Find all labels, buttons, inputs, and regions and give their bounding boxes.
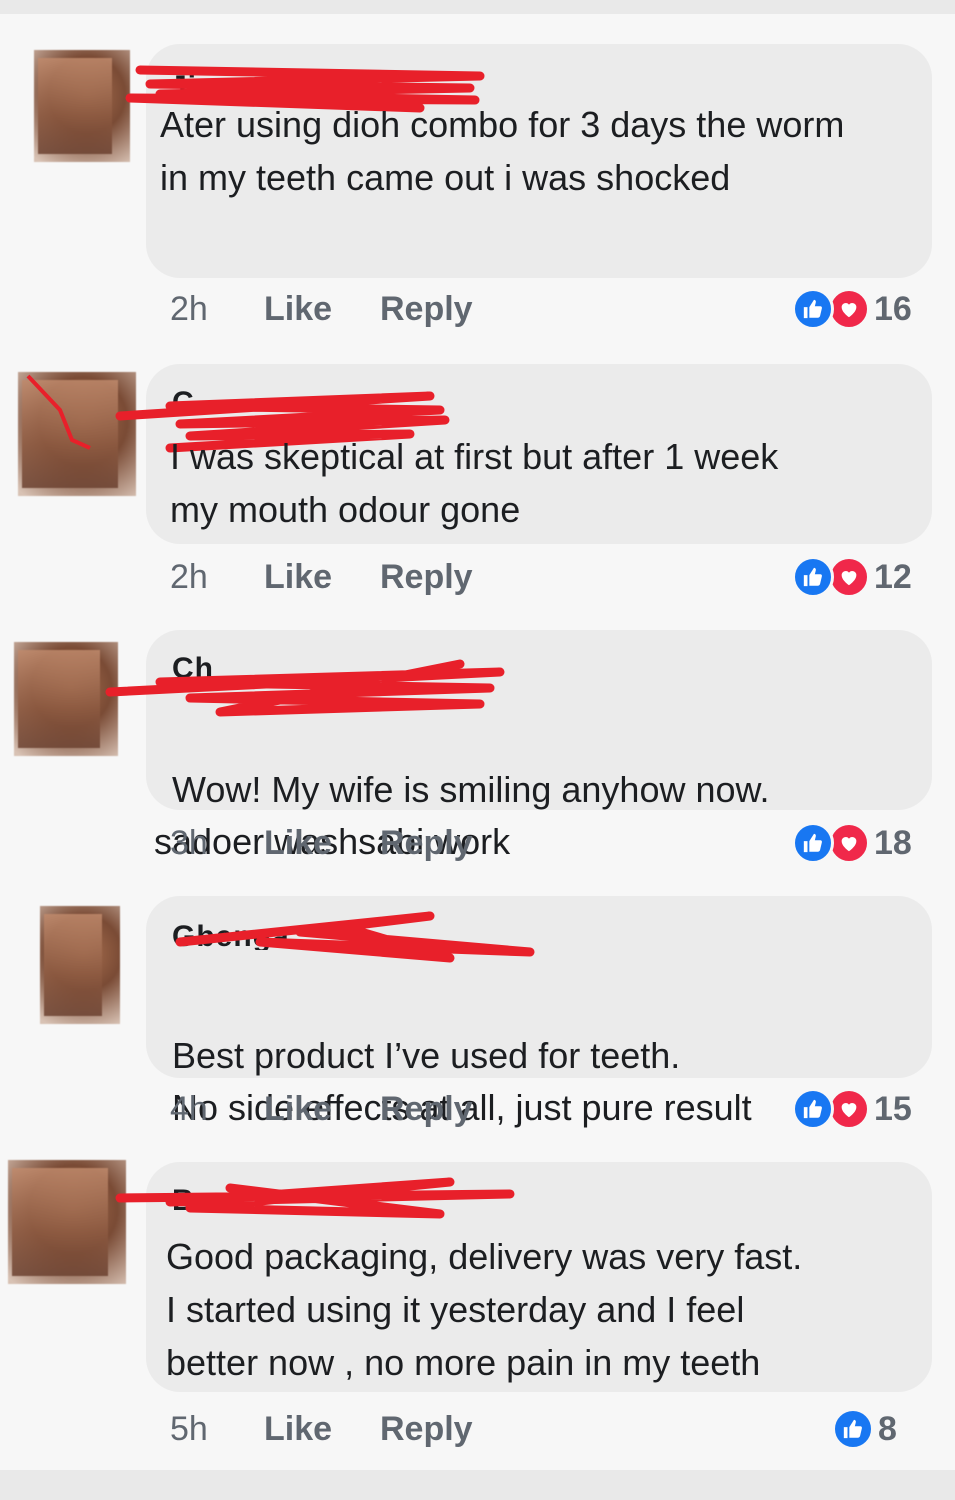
reactions-summary[interactable]: 12: [792, 556, 912, 598]
comment-text: I was skeptical at first but after 1 wee…: [170, 436, 779, 530]
reply-button[interactable]: Reply: [380, 824, 473, 863]
comment-actions: 4h Like Reply: [170, 1090, 473, 1129]
reaction-count: 18: [874, 823, 912, 862]
like-icon: [792, 1088, 834, 1130]
comment-actions: 2h Like Reply: [170, 558, 473, 597]
reactions-summary[interactable]: 8: [832, 1408, 897, 1450]
commenter-name[interactable]: Ji: [170, 70, 197, 100]
reactions-summary[interactable]: 16: [792, 288, 912, 330]
commenter-name[interactable]: C: [172, 386, 195, 416]
like-button[interactable]: Like: [264, 1090, 380, 1129]
like-icon: [792, 556, 834, 598]
comment-text: Ater using dioh combo for 3 days the wor…: [160, 104, 845, 198]
comment-actions: 3h Like Reply: [170, 824, 473, 863]
like-icon: [792, 288, 834, 330]
comment-time[interactable]: 2h: [170, 558, 264, 597]
comments-page: Ji Ater using dioh combo for 3 days the …: [0, 14, 955, 1470]
comment-time[interactable]: 2h: [170, 290, 264, 329]
reactions-summary[interactable]: 15: [792, 1088, 912, 1130]
reaction-count: 12: [874, 557, 912, 596]
reaction-count: 16: [874, 289, 912, 328]
comment-text: Good packaging, delivery was very fast. …: [166, 1236, 803, 1383]
like-button[interactable]: Like: [264, 558, 380, 597]
love-icon: [828, 822, 870, 864]
like-button[interactable]: Like: [264, 824, 380, 863]
comment-actions: 5h Like Reply: [170, 1410, 473, 1449]
avatar[interactable]: [14, 642, 118, 756]
reply-button[interactable]: Reply: [380, 1090, 473, 1129]
reply-button[interactable]: Reply: [380, 558, 473, 597]
reaction-count: 8: [878, 1409, 897, 1448]
reply-button[interactable]: Reply: [380, 290, 473, 329]
like-button[interactable]: Like: [264, 290, 380, 329]
commenter-name[interactable]: Gbenga: [172, 920, 290, 950]
avatar[interactable]: [8, 1160, 126, 1284]
reactions-summary[interactable]: 18: [792, 822, 912, 864]
love-icon: [828, 288, 870, 330]
commenter-name[interactable]: Ch: [172, 652, 214, 682]
comment-actions: 2h Like Reply: [170, 290, 473, 329]
comment-time[interactable]: 4h: [170, 1090, 264, 1129]
avatar[interactable]: [34, 50, 130, 162]
reaction-count: 15: [874, 1089, 912, 1128]
reply-button[interactable]: Reply: [380, 1410, 473, 1449]
like-icon: [792, 822, 834, 864]
comment-time[interactable]: 3h: [170, 824, 264, 863]
avatar[interactable]: [18, 372, 136, 496]
avatar[interactable]: [40, 906, 120, 1024]
commenter-name[interactable]: B: [172, 1184, 195, 1214]
comment-time[interactable]: 5h: [170, 1410, 264, 1449]
like-button[interactable]: Like: [264, 1410, 380, 1449]
like-icon: [832, 1408, 874, 1450]
love-icon: [828, 1088, 870, 1130]
love-icon: [828, 556, 870, 598]
